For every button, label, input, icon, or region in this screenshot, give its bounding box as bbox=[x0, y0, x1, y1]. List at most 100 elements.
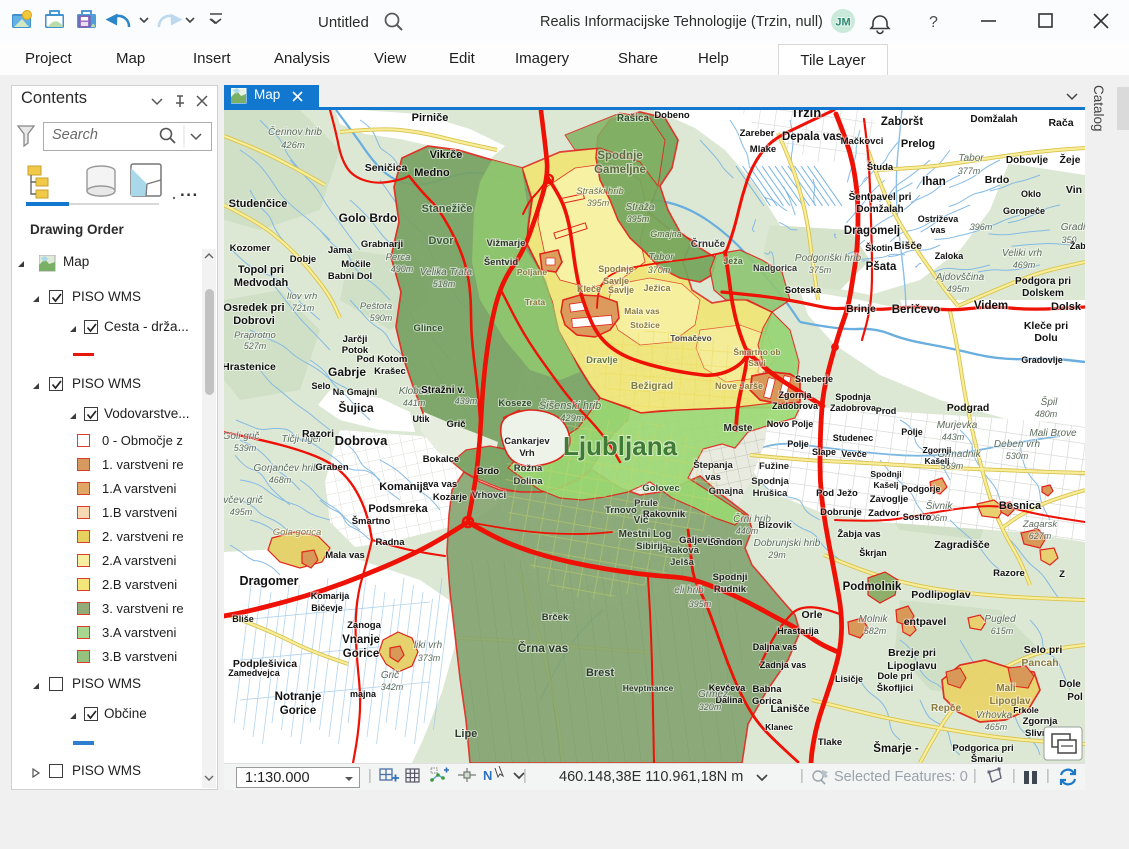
svg-text:Zanoga: Zanoga bbox=[347, 620, 381, 631]
svg-text:JM: JM bbox=[835, 17, 850, 29]
svg-text:Dolsk: Dolsk bbox=[1051, 301, 1082, 313]
svg-text:Žabj: Žabj bbox=[1070, 240, 1085, 251]
svg-text:N: N bbox=[483, 768, 492, 783]
svg-text:Špil: Špil bbox=[1041, 395, 1058, 408]
svg-text:Študa: Študa bbox=[867, 161, 894, 173]
svg-text:Razore: Razore bbox=[993, 568, 1025, 579]
svg-text:Mala vas: Mala vas bbox=[325, 550, 365, 561]
svg-text:Ljubljana: Ljubljana bbox=[563, 431, 678, 461]
svg-text:Zavoglje: Zavoglje bbox=[870, 494, 909, 505]
svg-text:495m: 495m bbox=[230, 507, 253, 517]
svg-text:627m: 627m bbox=[1029, 531, 1052, 541]
svg-text:Nadgorica: Nadgorica bbox=[753, 263, 798, 273]
svg-text:Brezje pri: Brezje pri bbox=[888, 647, 936, 659]
svg-text:Šmariu: Šmariu bbox=[971, 753, 1003, 763]
svg-text:Škrjan: Škrjan bbox=[859, 547, 887, 558]
svg-text:Podlipoglav: Podlipoglav bbox=[911, 589, 971, 601]
svg-text:Spodnja: Spodnja bbox=[751, 476, 789, 487]
svg-text:Babni Dol: Babni Dol bbox=[328, 271, 372, 282]
svg-text:Zadobrova: Zadobrova bbox=[830, 403, 877, 413]
svg-text:Peštota: Peštota bbox=[360, 301, 392, 312]
svg-text:Nove Jarše: Nove Jarše bbox=[715, 381, 763, 391]
svg-text:Spodnje: Spodnje bbox=[597, 150, 642, 162]
svg-text:Kozarje: Kozarje bbox=[433, 492, 467, 503]
svg-text:liki vrh: liki vrh bbox=[414, 640, 443, 651]
svg-text:Zadnja vas: Zadnja vas bbox=[760, 660, 807, 670]
svg-text:Vižmarje: Vižmarje bbox=[487, 238, 526, 249]
svg-text:Z: Z bbox=[1059, 569, 1065, 580]
svg-text:Zgornja: Zgornja bbox=[1023, 716, 1059, 727]
svg-text:Zamedvejca: Zamedvejca bbox=[228, 668, 281, 678]
svg-text:439m: 439m bbox=[455, 396, 478, 406]
svg-text:Prelog: Prelog bbox=[901, 138, 935, 150]
svg-text:...: ... bbox=[180, 181, 199, 200]
svg-text:Sneberje: Sneberje bbox=[795, 374, 833, 384]
svg-text:Deben vrh: Deben vrh bbox=[994, 439, 1041, 450]
svg-text:Lipe: Lipe bbox=[455, 728, 478, 740]
svg-text:Dobrova: Dobrova bbox=[335, 433, 389, 448]
svg-text:Klanec: Klanec bbox=[765, 722, 793, 732]
svg-text:Spodnji: Spodnji bbox=[870, 469, 901, 479]
svg-text:Zareber: Zareber bbox=[740, 128, 775, 139]
svg-text:Hrušica: Hrušica bbox=[753, 488, 789, 499]
svg-text:582m: 582m bbox=[864, 626, 887, 636]
svg-text:Seničica: Seničica bbox=[365, 162, 408, 174]
svg-text:440m: 440m bbox=[736, 526, 759, 536]
svg-text:Podsmreka: Podsmreka bbox=[368, 503, 428, 515]
svg-text:Ihan: Ihan bbox=[922, 176, 946, 188]
svg-text:Dobrunjski hrib: Dobrunjski hrib bbox=[754, 538, 821, 549]
svg-text:Studenčice: Studenčice bbox=[229, 198, 288, 210]
svg-text:Šmartno ob: Šmartno ob bbox=[733, 346, 780, 357]
svg-text:Dravlje: Dravlje bbox=[586, 355, 618, 366]
svg-text:Ostriževa: Ostriževa bbox=[918, 214, 960, 224]
svg-text:Brdo: Brdo bbox=[985, 174, 1010, 186]
svg-text:Mali Brove: Mali Brove bbox=[1029, 428, 1077, 439]
svg-text:Dolu: Dolu bbox=[1034, 332, 1057, 344]
svg-text:469m: 469m bbox=[1013, 260, 1036, 270]
svg-text:Straški hrib: Straški hrib bbox=[576, 186, 624, 197]
svg-text:Gorjančev hrib: Gorjančev hrib bbox=[253, 463, 318, 474]
svg-text:Osredek pri: Osredek pri bbox=[224, 302, 285, 314]
svg-text:Veliki vrh: Veliki vrh bbox=[1002, 248, 1043, 259]
svg-text:Sostro: Sostro bbox=[903, 512, 932, 522]
svg-text:Dvor: Dvor bbox=[428, 235, 454, 247]
svg-text:396m: 396m bbox=[970, 222, 993, 232]
svg-text:Fužine: Fužine bbox=[759, 461, 789, 472]
svg-text:Dobeno: Dobeno bbox=[654, 110, 690, 121]
svg-text:Gradi: Gradi bbox=[1061, 222, 1085, 233]
svg-text:495m: 495m bbox=[947, 284, 970, 294]
svg-text:Tomačevo: Tomačevo bbox=[670, 333, 711, 343]
svg-text:29m: 29m bbox=[767, 550, 786, 560]
svg-text:Šentvid: Šentvid bbox=[484, 256, 519, 268]
svg-text:Videm: Videm bbox=[974, 300, 1008, 312]
svg-text:Žeje: Žeje bbox=[1059, 153, 1080, 166]
svg-text:Podgoriški hrib: Podgoriški hrib bbox=[795, 253, 862, 264]
svg-text:Gorice: Gorice bbox=[280, 705, 316, 717]
svg-text:Pirniče: Pirniče bbox=[412, 112, 449, 124]
svg-text:Polje: Polje bbox=[787, 439, 809, 449]
svg-text:Vikrče: Vikrče bbox=[430, 149, 463, 161]
svg-text:Lisičje: Lisičje bbox=[835, 674, 863, 684]
svg-text:Zagarsk: Zagarsk bbox=[1022, 519, 1059, 530]
svg-text:eva vas: eva vas bbox=[423, 479, 457, 490]
svg-text:480m: 480m bbox=[1035, 409, 1058, 419]
svg-text:Mali: Mali bbox=[996, 683, 1016, 694]
svg-text:Štepanja: Štepanja bbox=[693, 459, 733, 471]
svg-text:eli hrib: eli hrib bbox=[674, 585, 704, 596]
svg-text:Krašec: Krašec bbox=[374, 366, 406, 377]
svg-text:320m: 320m bbox=[699, 702, 722, 712]
svg-text:Črnuče: Črnuče bbox=[691, 237, 726, 250]
svg-text:Dobje: Dobje bbox=[290, 254, 316, 265]
svg-text:Šišenski hrib: Šišenski hrib bbox=[539, 399, 601, 412]
svg-text:Dobovlje: Dobovlje bbox=[1006, 155, 1049, 166]
svg-text:Brček: Brček bbox=[542, 612, 569, 623]
svg-text:Močile: Močile bbox=[341, 259, 371, 270]
svg-text:Bežigrad: Bežigrad bbox=[631, 381, 673, 392]
svg-text:Goli grič: Goli grič bbox=[224, 431, 259, 442]
svg-text:Dole pri: Dole pri bbox=[877, 671, 912, 682]
svg-text:Šivnik: Šivnik bbox=[926, 499, 954, 512]
svg-text:Dolina: Dolina bbox=[513, 476, 543, 487]
svg-text:Velika Trata: Velika Trata bbox=[420, 267, 473, 278]
svg-text:Spodnje: Spodnje bbox=[598, 264, 634, 274]
svg-text:Rakovnik: Rakovnik bbox=[643, 509, 686, 520]
